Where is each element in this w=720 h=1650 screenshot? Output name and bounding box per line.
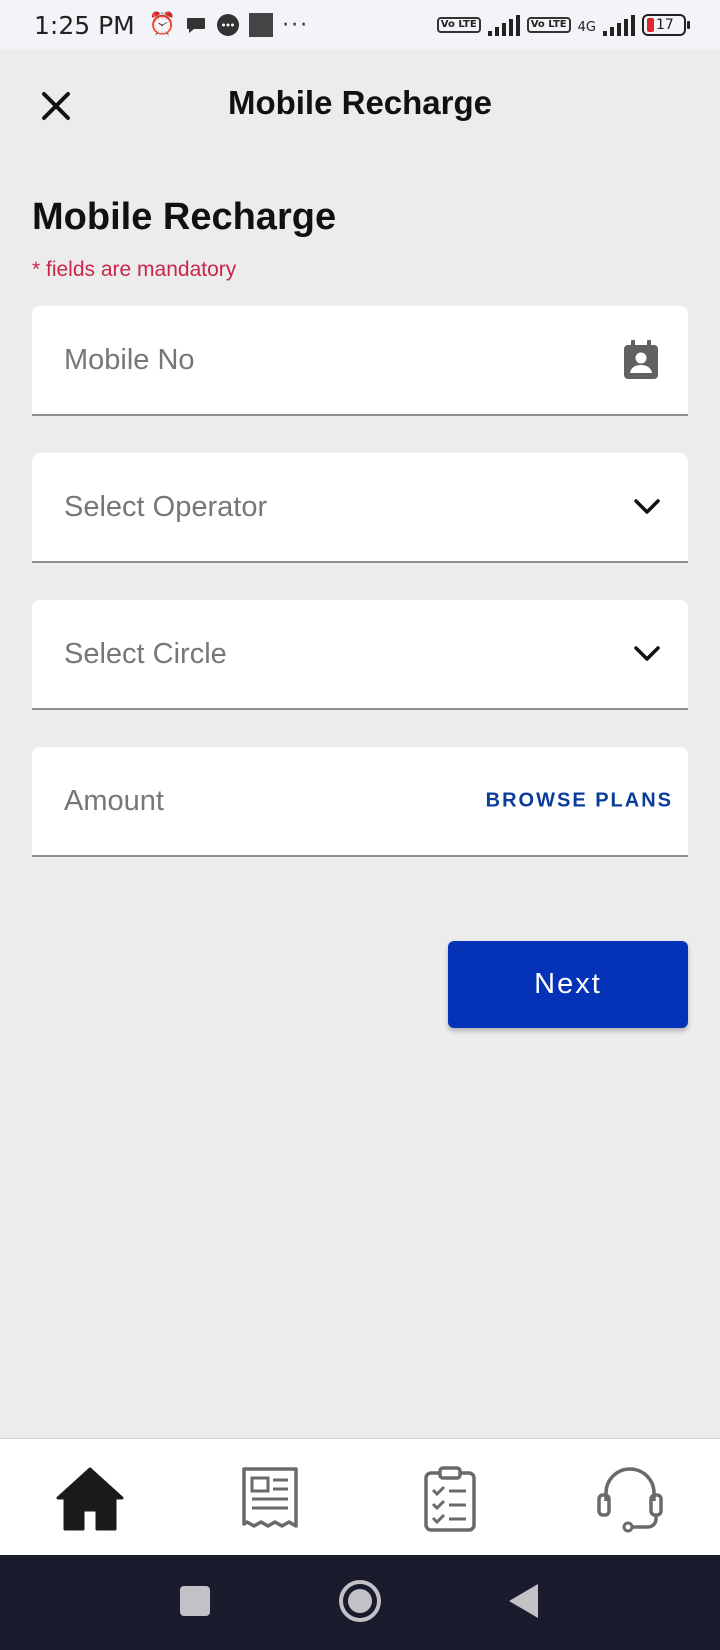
- battery-icon: 17: [642, 14, 690, 36]
- home-button-icon[interactable]: [338, 1579, 382, 1623]
- close-icon[interactable]: [36, 86, 76, 126]
- alarm-icon: ⏰: [148, 12, 177, 37]
- chat-bubble-icon: [187, 18, 206, 33]
- operator-select-label: Select Operator: [64, 490, 268, 523]
- volte-badge: Vo LTE: [436, 17, 481, 33]
- amount-field[interactable]: BROWSE PLANS: [32, 747, 688, 857]
- battery-level: 17: [656, 17, 674, 33]
- form-title: Mobile Recharge: [32, 196, 337, 238]
- nav-home[interactable]: [54, 1463, 126, 1535]
- mobile-number-input[interactable]: [64, 343, 656, 377]
- operator-select[interactable]: Select Operator: [32, 453, 688, 563]
- amount-input[interactable]: [64, 784, 484, 818]
- signal-icon: [487, 14, 520, 36]
- recent-apps-icon[interactable]: [178, 1581, 212, 1621]
- contact-book-icon[interactable]: [622, 339, 660, 381]
- nav-support[interactable]: [594, 1463, 666, 1535]
- bill-icon: [242, 1467, 298, 1528]
- circle-select[interactable]: Select Circle: [32, 600, 688, 710]
- page-title: Mobile Recharge: [227, 83, 493, 121]
- contact-picker[interactable]: [622, 339, 660, 381]
- chevron-down-icon: [634, 499, 660, 514]
- network-type: 4G: [577, 20, 596, 35]
- message-icon: [217, 14, 240, 36]
- bottom-nav: [0, 1438, 720, 1555]
- back-icon[interactable]: [506, 1581, 540, 1621]
- mandatory-note: * fields are mandatory: [32, 258, 237, 281]
- browse-plans-link[interactable]: BROWSE PLANS: [486, 790, 673, 813]
- support-headset-icon: [597, 1467, 663, 1533]
- status-bar: 1:25 PM ⏰ ··· Vo LTE Vo LTE 4G 17: [0, 0, 720, 50]
- status-time: 1:25 PM: [34, 10, 135, 40]
- circle-dropdown-toggle[interactable]: [634, 646, 660, 662]
- checklist-icon: [424, 1466, 476, 1532]
- next-button[interactable]: Next: [448, 941, 688, 1028]
- mobile-number-field[interactable]: [32, 306, 688, 416]
- nav-bills[interactable]: [234, 1463, 306, 1535]
- volte-badge-2: Vo LTE: [526, 17, 571, 33]
- chevron-down-icon: [634, 646, 660, 661]
- more-dots-icon: ···: [282, 12, 310, 38]
- app-header: Mobile Recharge: [0, 50, 720, 155]
- operator-dropdown-toggle[interactable]: [634, 499, 660, 515]
- circle-select-label: Select Circle: [64, 637, 227, 670]
- system-nav-bar: [0, 1555, 720, 1650]
- home-icon: [56, 1467, 124, 1531]
- nav-history[interactable]: [414, 1463, 486, 1535]
- square-icon: [249, 13, 274, 37]
- signal-icon-2: [603, 14, 635, 36]
